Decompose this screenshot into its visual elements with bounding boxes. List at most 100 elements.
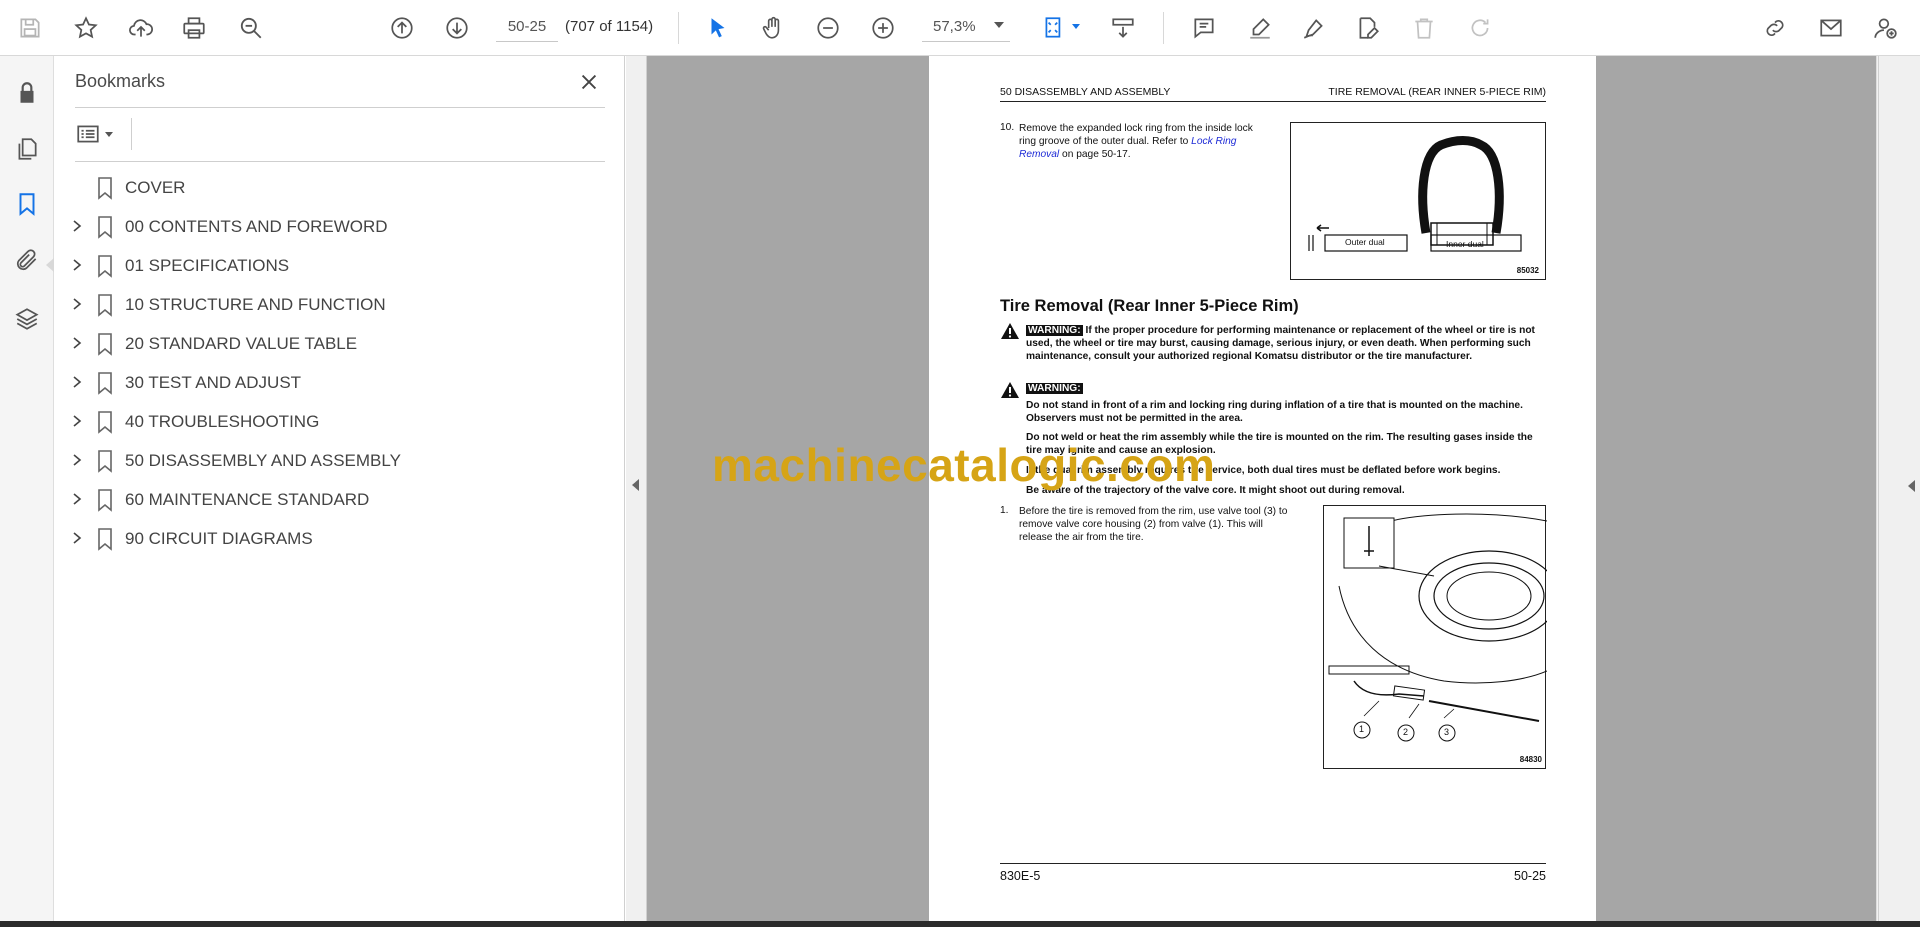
warning-text: If the proper procedure for performing m…	[1026, 325, 1535, 362]
select-tool-icon[interactable]	[700, 10, 736, 46]
bookmark-item[interactable]: 20 STANDARD VALUE TABLE	[55, 324, 625, 363]
warning-line: Do not stand in front of a rim and locki…	[1026, 400, 1523, 424]
hand-tool-icon[interactable]	[755, 10, 791, 46]
chevron-right-icon[interactable]	[70, 531, 84, 545]
step-text: Before the tire is removed from the rim,…	[1019, 506, 1288, 543]
bookmark-item[interactable]: 50 DISASSEMBLY AND ASSEMBLY	[55, 441, 625, 480]
page-count: (707 of 1154)	[565, 18, 654, 35]
close-icon[interactable]	[575, 68, 603, 96]
step-text: Remove the expanded lock ring from the i…	[1019, 122, 1264, 161]
cloud-upload-icon[interactable]	[123, 10, 159, 46]
find-zoom-icon[interactable]	[233, 10, 269, 46]
bookmark-item[interactable]: 00 CONTENTS AND FOREWORD	[55, 207, 625, 246]
panel-divider	[75, 107, 605, 108]
delete-icon[interactable]	[1406, 10, 1442, 46]
figure-id: 84830	[1519, 755, 1542, 764]
bookmark-item[interactable]: COVER	[55, 168, 625, 207]
zoom-dropdown-chevron-icon[interactable]	[994, 22, 1004, 28]
figure-valve-removal: 1 2 3 84830	[1323, 505, 1560, 769]
bookmark-label: 90 CIRCUIT DIAGRAMS	[125, 529, 313, 548]
navigation-rail	[0, 56, 54, 921]
next-page-icon[interactable]	[439, 10, 475, 46]
chevron-right-icon[interactable]	[70, 219, 84, 233]
scroll-mode-icon[interactable]	[1105, 10, 1141, 46]
warning-triangle-icon	[1001, 323, 1019, 339]
expand-right-panel-icon[interactable]	[1908, 480, 1915, 492]
figure-label-outer: Outer dual	[1345, 237, 1385, 247]
bookmark-options-button[interactable]	[75, 118, 123, 150]
chevron-right-icon[interactable]	[70, 492, 84, 506]
chevron-right-icon[interactable]	[70, 336, 84, 350]
bookmark-item[interactable]: 30 TEST AND ADJUST	[55, 363, 625, 402]
print-icon[interactable]	[176, 10, 212, 46]
bookmarks-panel: Bookmarks COVER 00 CONTENTS AND FOREWORD…	[55, 56, 625, 921]
bookmark-icon	[95, 527, 115, 551]
step-number: 10.	[1000, 122, 1015, 133]
chevron-right-icon[interactable]	[70, 258, 84, 272]
toolbar-divider	[678, 12, 679, 44]
toolbar-divider	[1163, 12, 1164, 44]
bookmark-icon	[95, 254, 115, 278]
step-body-suffix: on page 50-17.	[1062, 149, 1131, 160]
bookmark-icon	[95, 332, 115, 356]
highlight-pen-icon[interactable]	[1242, 10, 1278, 46]
chevron-right-icon[interactable]	[70, 297, 84, 311]
bookmark-label: 40 TROUBLESHOOTING	[125, 412, 320, 431]
panel-collapse-handle[interactable]	[626, 56, 647, 921]
panel-divider	[75, 161, 605, 162]
step-number: 1.	[1000, 505, 1009, 516]
dual-tire-illustration	[1308, 136, 1522, 252]
bookmark-label: 50 DISASSEMBLY AND ASSEMBLY	[125, 451, 401, 470]
previous-page-icon[interactable]	[384, 10, 420, 46]
bookmark-icon	[95, 293, 115, 317]
bookmark-label: 30 TEST AND ADJUST	[125, 373, 302, 392]
page-footer-model: 830E-5	[1000, 869, 1041, 883]
list-options-icon	[77, 125, 99, 143]
layers-icon[interactable]	[10, 302, 44, 336]
save-icon[interactable]	[12, 10, 48, 46]
zoom-in-icon[interactable]	[865, 10, 901, 46]
draw-pen-icon[interactable]	[1296, 10, 1332, 46]
callout-2: 2	[1403, 727, 1409, 737]
section-heading: Tire Removal (Rear Inner 5-Piece Rim)	[1000, 297, 1299, 315]
edit-document-icon[interactable]	[1350, 10, 1386, 46]
collapse-left-icon	[632, 479, 639, 491]
account-icon[interactable]	[1867, 10, 1903, 46]
bookmark-icon	[95, 449, 115, 473]
attachment-icon[interactable]	[10, 243, 44, 277]
lock-icon[interactable]	[10, 76, 44, 110]
page-header-title: TIRE REMOVAL (REAR INNER 5-PIECE RIM)	[1328, 86, 1546, 98]
pages-icon[interactable]	[10, 132, 44, 166]
star-icon[interactable]	[68, 10, 104, 46]
bookmark-icon[interactable]	[10, 187, 44, 221]
redo-icon[interactable]	[1462, 10, 1498, 46]
share-link-icon[interactable]	[1757, 10, 1793, 46]
warning-triangle-icon	[1001, 382, 1019, 398]
bookmark-icon	[95, 410, 115, 434]
active-panel-indicator	[46, 258, 54, 272]
figure-dual-tires: Outer dual Inner dual 85032	[1290, 122, 1546, 280]
page-fit-icon[interactable]	[1036, 10, 1072, 46]
page-number-input[interactable]: 50-25	[496, 12, 558, 42]
bookmark-item[interactable]: 60 MAINTENANCE STANDARD	[55, 480, 625, 519]
taskbar-edge	[0, 921, 1920, 927]
chevron-right-icon[interactable]	[70, 453, 84, 467]
bookmark-item[interactable]: 01 SPECIFICATIONS	[55, 246, 625, 285]
warning-badge: WARNING:	[1026, 325, 1083, 336]
bookmark-item[interactable]: 90 CIRCUIT DIAGRAMS	[55, 519, 625, 558]
page-fit-chevron-icon[interactable]	[1072, 24, 1080, 29]
page-footer-number: 50-25	[1514, 869, 1546, 883]
zoom-out-icon[interactable]	[810, 10, 846, 46]
bookmark-icon	[95, 488, 115, 512]
watermark-text: machinecatalogic.com	[712, 439, 1216, 491]
panel-title: Bookmarks	[75, 71, 166, 91]
bookmark-item[interactable]: 40 TROUBLESHOOTING	[55, 402, 625, 441]
bookmark-icon	[95, 176, 115, 200]
email-icon[interactable]	[1813, 10, 1849, 46]
footer-rule	[1000, 863, 1546, 864]
bookmark-item[interactable]: 10 STRUCTURE AND FUNCTION	[55, 285, 625, 324]
comment-icon[interactable]	[1186, 10, 1222, 46]
chevron-right-icon[interactable]	[70, 375, 84, 389]
warning-block: WARNING:	[1026, 382, 1546, 395]
chevron-right-icon[interactable]	[70, 414, 84, 428]
